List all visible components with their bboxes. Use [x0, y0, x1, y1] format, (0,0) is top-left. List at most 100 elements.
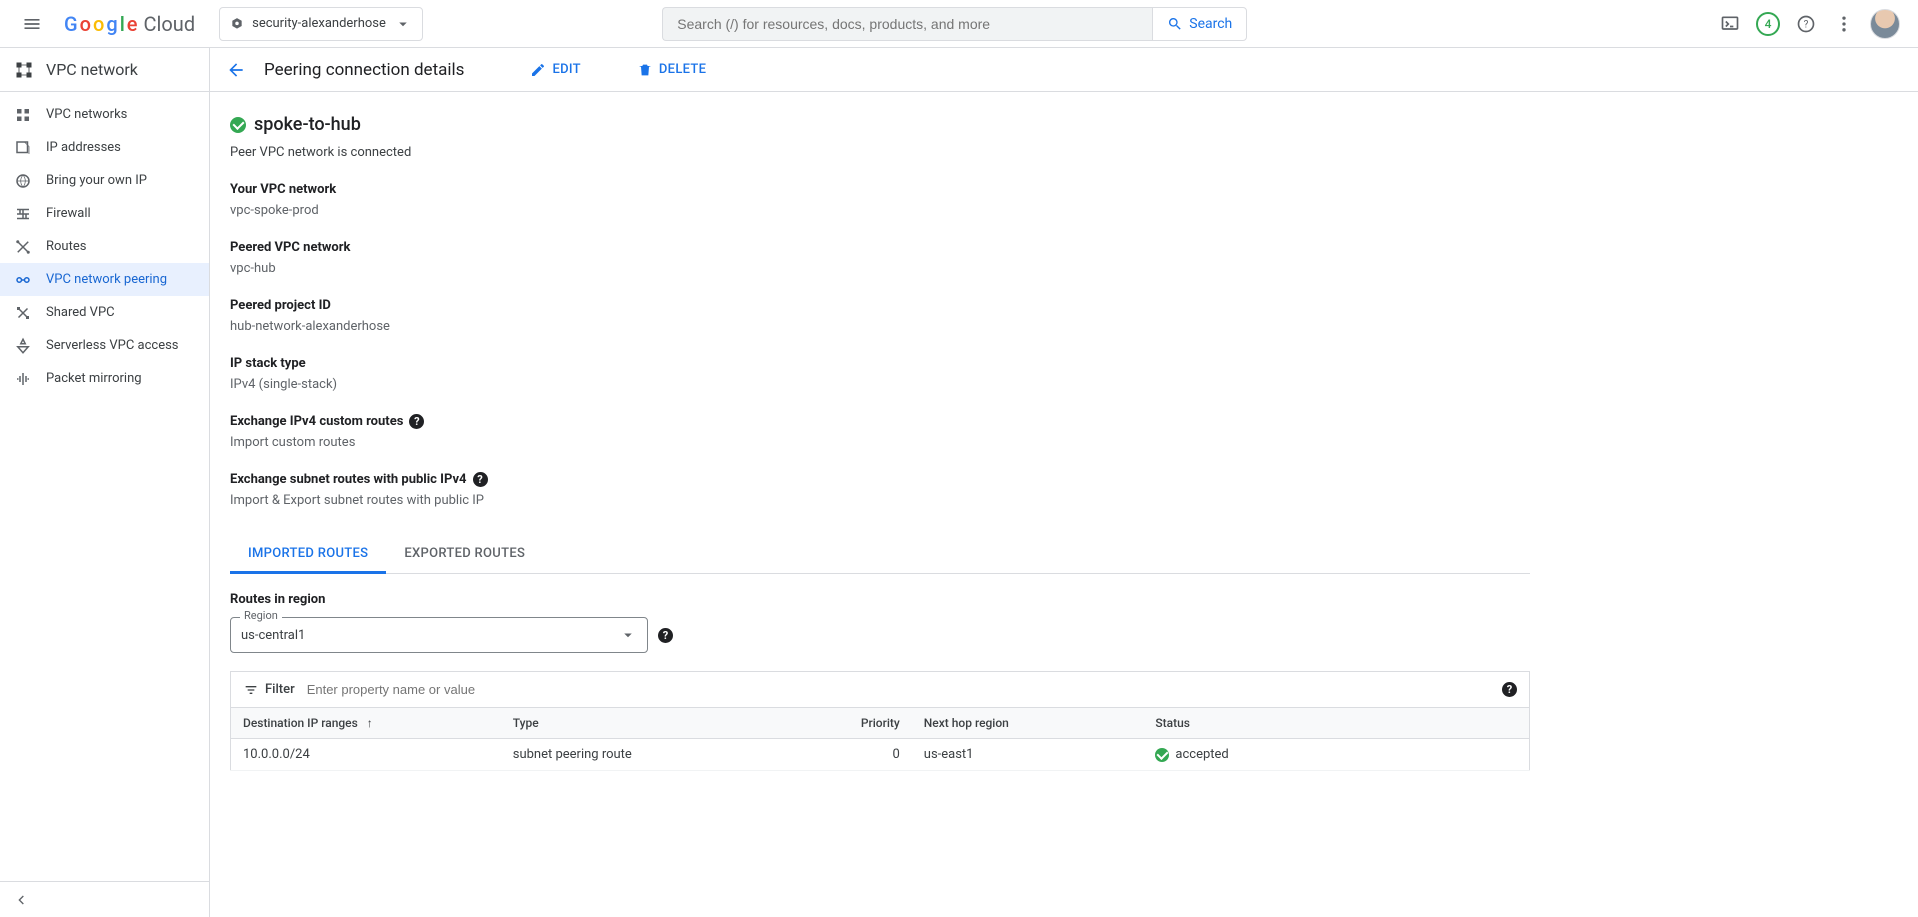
sidebar-item-byoip[interactable]: Bring your own IP: [0, 164, 209, 197]
page-title: Peering connection details: [264, 60, 464, 80]
status-ok-icon: [230, 117, 246, 133]
tab-imported-routes[interactable]: IMPORTED ROUTES: [230, 536, 386, 574]
region-floating-label: Region: [240, 609, 282, 622]
filter-input[interactable]: [305, 681, 1492, 698]
sidebar-item-vpc-peering[interactable]: VPC network peering: [0, 263, 209, 296]
sidebar-collapse[interactable]: [0, 881, 209, 917]
region-value: us-central1: [241, 628, 305, 643]
sidebar-item-shared-vpc[interactable]: Shared VPC: [0, 296, 209, 329]
help-icon[interactable]: ?: [473, 472, 488, 487]
sidebar-item-routes[interactable]: Routes: [0, 230, 209, 263]
sidebar-item-label: Routes: [46, 239, 86, 254]
sidebar-item-label: IP addresses: [46, 140, 121, 155]
field-ip-stack: IP stack type IPv4 (single-stack): [230, 356, 1530, 392]
trash-icon: [637, 62, 653, 78]
cell-status: accepted: [1143, 739, 1529, 771]
search-input[interactable]: [675, 15, 1140, 33]
cell-priority: 0: [790, 739, 912, 771]
search-button[interactable]: Search: [1152, 7, 1247, 41]
shell: VPC network VPC networks IP addresses Br…: [0, 48, 1918, 917]
field-peered-project: Peered project ID hub-network-alexanderh…: [230, 298, 1530, 334]
arrow-back-icon: [226, 60, 246, 80]
region-select-row: Region us-central1 ?: [230, 617, 1530, 653]
account-avatar[interactable]: [1870, 9, 1900, 39]
edit-button[interactable]: EDIT: [530, 62, 580, 78]
serverless-icon: [14, 337, 32, 355]
sidebar-item-label: Packet mirroring: [46, 371, 142, 386]
field-exchange-custom-routes: Exchange IPv4 custom routes? Import cust…: [230, 414, 1530, 450]
search-box[interactable]: [662, 7, 1152, 41]
ip-icon: [14, 139, 32, 157]
status-ok-icon: [1155, 748, 1169, 762]
help-icon[interactable]: ?: [1502, 682, 1517, 697]
project-picker[interactable]: security-alexanderhose: [219, 7, 423, 41]
content-body: spoke-to-hub Peer VPC network is connect…: [210, 92, 1550, 811]
sidebar-header[interactable]: VPC network: [0, 48, 209, 92]
more-vert-icon[interactable]: [1832, 12, 1856, 36]
back-button[interactable]: [226, 60, 246, 80]
sidebar-item-serverless-vpc[interactable]: Serverless VPC access: [0, 329, 209, 362]
sidebar: VPC network VPC networks IP addresses Br…: [0, 48, 210, 917]
field-peered-vpc: Peered VPC network vpc-hub: [230, 240, 1530, 276]
tab-exported-routes[interactable]: EXPORTED ROUTES: [386, 536, 543, 573]
sort-asc-icon: ↑: [367, 716, 373, 730]
globe-icon: [14, 172, 32, 190]
routes-table: Destination IP ranges ↑ Type Priority Ne…: [230, 707, 1530, 771]
project-name: security-alexanderhose: [252, 16, 386, 31]
sidebar-item-label: VPC networks: [46, 107, 127, 122]
routes-icon: [14, 238, 32, 256]
vpc-network-icon: [14, 60, 34, 80]
cloud-shell-icon[interactable]: [1718, 12, 1742, 36]
top-bar: Google Cloud security-alexanderhose Sear…: [0, 0, 1918, 48]
sidebar-list: VPC networks IP addresses Bring your own…: [0, 92, 209, 395]
search-wrap: Search: [662, 7, 1247, 41]
content: Peering connection details EDIT DELETE s…: [210, 48, 1918, 917]
peering-icon: [14, 271, 32, 289]
field-exchange-public-subnet: Exchange subnet routes with public IPv4?…: [230, 472, 1530, 508]
firewall-icon: [14, 205, 32, 223]
filter-icon: [243, 682, 259, 698]
help-icon[interactable]: ?: [1794, 12, 1818, 36]
svg-text:?: ?: [1804, 19, 1809, 30]
shared-icon: [14, 304, 32, 322]
filter-bar: Filter ?: [230, 671, 1530, 707]
notifications-badge[interactable]: 4: [1756, 12, 1780, 36]
th-priority[interactable]: Priority: [790, 708, 912, 739]
caret-down-icon: [619, 626, 637, 644]
hamburger-menu-icon[interactable]: [8, 0, 56, 48]
sidebar-item-packet-mirroring[interactable]: Packet mirroring: [0, 362, 209, 395]
sidebar-item-label: Firewall: [46, 206, 91, 221]
th-next-hop[interactable]: Next hop region: [912, 708, 1144, 739]
sidebar-item-label: Shared VPC: [46, 305, 115, 320]
chevron-left-icon: [14, 892, 30, 908]
filter-button[interactable]: Filter: [243, 682, 295, 698]
sidebar-item-label: VPC network peering: [46, 272, 167, 287]
region-select[interactable]: Region us-central1: [230, 617, 648, 653]
cell-destination: 10.0.0.0/24: [231, 739, 501, 771]
caret-down-icon: [394, 15, 412, 33]
sidebar-title: VPC network: [46, 60, 138, 79]
delete-button[interactable]: DELETE: [637, 62, 706, 78]
cell-type: subnet peering route: [501, 739, 791, 771]
th-destination[interactable]: Destination IP ranges ↑: [231, 708, 501, 739]
routes-tabs: IMPORTED ROUTES EXPORTED ROUTES: [230, 536, 1530, 574]
th-type[interactable]: Type: [501, 708, 791, 739]
help-icon[interactable]: ?: [658, 628, 673, 643]
sidebar-item-ip-addresses[interactable]: IP addresses: [0, 131, 209, 164]
peering-title-row: spoke-to-hub: [230, 114, 1530, 135]
help-icon[interactable]: ?: [409, 414, 424, 429]
table-row[interactable]: 10.0.0.0/24 subnet peering route 0 us-ea…: [231, 739, 1530, 771]
sidebar-item-vpc-networks[interactable]: VPC networks: [0, 98, 209, 131]
grid-icon: [14, 106, 32, 124]
field-your-vpc: Your VPC network vpc-spoke-prod: [230, 182, 1530, 218]
sidebar-item-label: Serverless VPC access: [46, 338, 179, 353]
routes-in-region-label: Routes in region: [230, 592, 1530, 607]
header-right: 4 ?: [1718, 9, 1910, 39]
th-status[interactable]: Status: [1143, 708, 1529, 739]
search-button-label: Search: [1189, 16, 1232, 32]
search-icon: [1167, 16, 1183, 32]
pencil-icon: [530, 62, 546, 78]
sidebar-item-firewall[interactable]: Firewall: [0, 197, 209, 230]
google-cloud-logo[interactable]: Google Cloud: [64, 12, 195, 36]
cell-next-hop: us-east1: [912, 739, 1144, 771]
